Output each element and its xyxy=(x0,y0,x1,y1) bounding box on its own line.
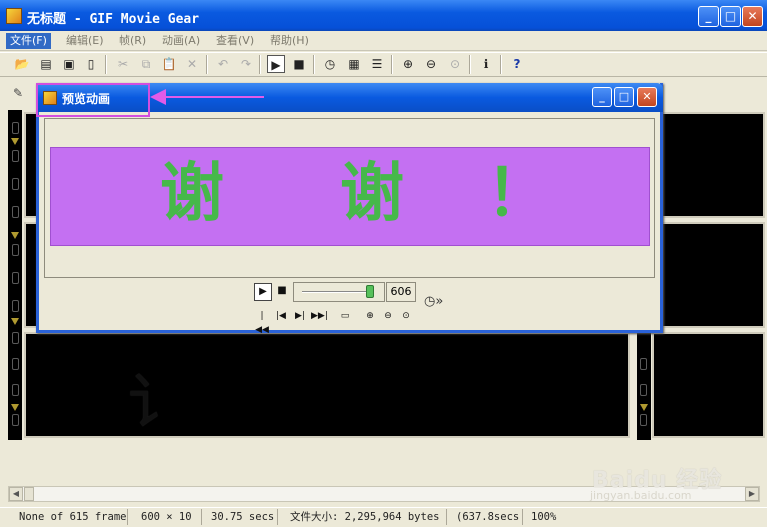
status-selection: None of 615 frames xyxy=(16,509,128,525)
zoom-reset-icon[interactable]: ⊙ xyxy=(446,55,464,73)
properties-icon[interactable]: ✎ xyxy=(13,86,29,102)
sprocket-hole xyxy=(12,358,19,370)
scroll-right-icon[interactable]: ▶ xyxy=(745,487,759,501)
sprocket-hole xyxy=(12,414,19,426)
preview-play-icon[interactable]: ▶ xyxy=(254,283,272,301)
banner-char-3: ！ xyxy=(486,156,550,231)
sprocket-hole xyxy=(12,122,19,134)
status-zoom: 100% xyxy=(531,511,557,523)
new-icon[interactable]: ▯ xyxy=(82,55,100,73)
sprocket-hole xyxy=(640,414,647,426)
preview-maximize-button[interactable]: □ xyxy=(614,87,634,107)
delete-icon[interactable]: ✕ xyxy=(183,55,201,73)
sprocket-hole xyxy=(12,178,19,190)
sprocket-hole xyxy=(12,244,19,256)
sprocket-hole xyxy=(12,300,19,312)
copy-icon[interactable]: ⧉ xyxy=(137,55,155,73)
frame-thumbnail-4[interactable] xyxy=(652,112,765,218)
open-icon[interactable]: 📂 xyxy=(13,55,31,73)
banner-char-2: 谢 xyxy=(340,156,404,231)
frame-partial-glyph: 讠 xyxy=(128,368,188,438)
clock-icon[interactable]: ◷» xyxy=(424,294,443,309)
sprocket-hole xyxy=(640,384,647,396)
menu-view[interactable]: 查看(V) xyxy=(212,33,258,49)
help-icon[interactable]: ? xyxy=(508,55,526,73)
first-frame-icon[interactable]: |◀◀ xyxy=(254,309,270,335)
preview-stop-icon[interactable]: ■ xyxy=(273,283,291,301)
preview-close-button[interactable]: ✕ xyxy=(637,87,657,107)
status-extra: (637.8secs xyxy=(453,509,523,525)
frames-icon[interactable]: ▦ xyxy=(345,55,363,73)
frame-marker-icon xyxy=(11,232,19,239)
redo-icon[interactable]: ↷ xyxy=(237,55,255,73)
frame-marker-icon xyxy=(11,138,19,145)
menu-edit[interactable]: 编辑(E) xyxy=(62,33,108,49)
minimize-button[interactable]: _ xyxy=(698,6,719,27)
toolbar-separator xyxy=(391,55,393,74)
status-duration: 30.75 secs xyxy=(208,509,278,525)
preview-minimize-button[interactable]: _ xyxy=(592,87,612,107)
banner-char-1: 谢 xyxy=(160,156,224,231)
toolbar-separator xyxy=(259,55,261,74)
scroll-left-icon[interactable]: ◀ xyxy=(9,487,23,501)
maximize-button[interactable]: □ xyxy=(720,6,741,27)
status-filesize: 文件大小: 2,295,964 bytes xyxy=(287,509,447,525)
speed-slider-thumb[interactable] xyxy=(366,285,375,298)
arrow-line xyxy=(160,96,264,98)
stop-icon[interactable]: ■ xyxy=(290,55,308,73)
preview-zoom-in-icon[interactable]: ⊕ xyxy=(362,309,378,323)
paste-icon[interactable]: 📋 xyxy=(160,55,178,73)
frame-marker-icon xyxy=(640,404,648,411)
window-title: 无标题 - GIF Movie Gear xyxy=(27,12,200,27)
cut-icon[interactable]: ✂ xyxy=(114,55,132,73)
baidu-watermark-url: jingyan.baidu.com xyxy=(590,489,692,502)
monitor-icon[interactable]: ▭ xyxy=(337,309,353,323)
frame-marker-icon xyxy=(11,318,19,325)
sprocket-hole xyxy=(12,332,19,344)
title-highlight-box xyxy=(36,83,150,117)
frame-thumbnail-3[interactable] xyxy=(24,332,630,438)
sprocket-hole xyxy=(12,150,19,162)
undo-icon[interactable]: ↶ xyxy=(214,55,232,73)
menu-animation[interactable]: 动画(A) xyxy=(158,33,204,49)
menu-file[interactable]: 文件(F) xyxy=(6,33,51,49)
speed-slider-track[interactable] xyxy=(302,291,374,293)
frame-thumbnail-5[interactable] xyxy=(652,222,765,328)
save-icon[interactable]: ▣ xyxy=(60,55,78,73)
sprocket-hole xyxy=(12,384,19,396)
info-icon[interactable]: ℹ xyxy=(477,55,495,73)
menu-help[interactable]: 帮助(H) xyxy=(266,33,313,49)
preview-zoom-reset-icon[interactable]: ⊙ xyxy=(398,309,414,323)
filmstrip-icon[interactable]: ▤ xyxy=(37,55,55,73)
toolbar-separator xyxy=(500,55,502,74)
previous-frame-icon[interactable]: |◀ xyxy=(273,309,289,323)
scroll-thumb[interactable] xyxy=(24,487,34,501)
resize-frames-icon[interactable]: ☰ xyxy=(368,55,386,73)
frame-thumbnail-6[interactable] xyxy=(652,332,765,438)
frame-marker-icon xyxy=(11,404,19,411)
toolbar-separator xyxy=(313,55,315,74)
play-icon[interactable]: ▶ xyxy=(267,55,285,73)
preview-zoom-out-icon[interactable]: ⊖ xyxy=(380,309,396,323)
sprocket-hole xyxy=(12,272,19,284)
app-icon[interactable] xyxy=(6,8,22,24)
timer-icon[interactable]: ◷ xyxy=(321,55,339,73)
zoom-in-icon[interactable]: ⊕ xyxy=(399,55,417,73)
status-dimensions: 600 × 10 xyxy=(138,509,202,525)
speed-value: 606 xyxy=(386,282,416,302)
last-frame-icon[interactable]: ▶▶| xyxy=(311,309,328,323)
close-button[interactable]: ✕ xyxy=(742,6,763,27)
menu-frame[interactable]: 帧(R) xyxy=(115,33,150,49)
next-frame-icon[interactable]: ▶| xyxy=(292,309,308,323)
toolbar-separator xyxy=(206,55,208,74)
sprocket-hole xyxy=(12,206,19,218)
toolbar-separator xyxy=(105,55,107,74)
toolbar-separator xyxy=(469,55,471,74)
sprocket-hole xyxy=(640,358,647,370)
zoom-out-icon[interactable]: ⊖ xyxy=(422,55,440,73)
